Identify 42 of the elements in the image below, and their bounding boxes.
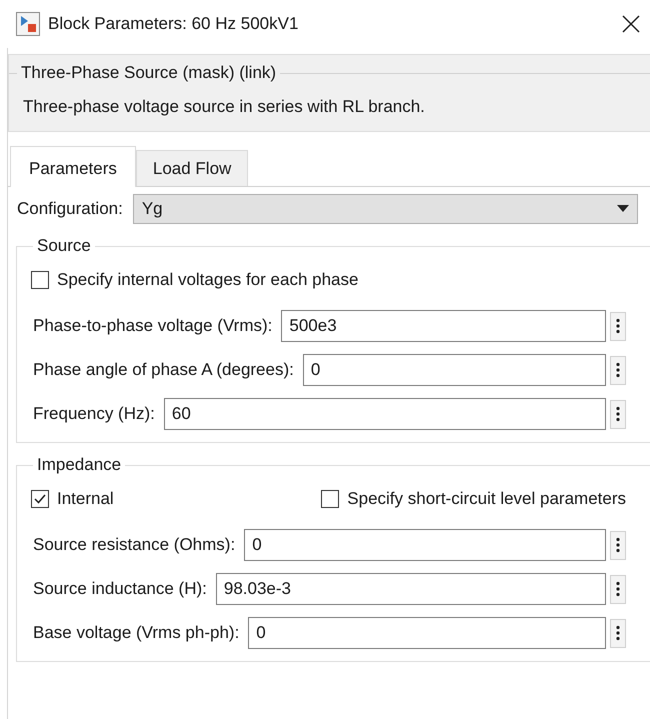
input-field[interactable]: 500e3	[281, 310, 606, 342]
field-label: Source resistance (Ohms):	[33, 535, 236, 555]
more-options-button[interactable]	[610, 312, 626, 340]
input-field[interactable]: 98.03e-3	[216, 573, 606, 605]
more-options-button[interactable]	[610, 530, 626, 560]
configuration-dropdown[interactable]: Yg	[132, 194, 638, 224]
checkbox[interactable]: Internal	[31, 489, 114, 509]
input-field[interactable]: 0	[302, 354, 606, 386]
vertical-dots-icon	[616, 625, 620, 641]
checkbox-box[interactable]	[321, 490, 340, 508]
window-title: Block Parameters: 60 Hz 500kV1	[48, 14, 300, 34]
field-label: Source inductance (H):	[33, 579, 207, 599]
input-field[interactable]: 0	[248, 617, 606, 649]
checkbox[interactable]: Specify short-circuit level parameters	[321, 489, 626, 509]
vertical-dots-icon	[616, 406, 620, 422]
close-button[interactable]	[620, 13, 642, 35]
field-label: Phase-to-phase voltage (Vrms):	[33, 316, 272, 336]
more-options-button[interactable]	[610, 618, 626, 648]
group-title: Source	[36, 236, 92, 256]
field-label: Base voltage (Vrms ph-ph):	[33, 623, 240, 643]
input-field[interactable]: 0	[244, 529, 606, 561]
vertical-dots-icon	[616, 581, 620, 597]
block-icon	[16, 12, 40, 36]
checkbox-box[interactable]	[31, 490, 49, 508]
tab[interactable]: Load Flow	[136, 150, 248, 186]
group-title: Impedance	[36, 455, 122, 475]
caret-icon	[617, 205, 629, 213]
vertical-dots-icon	[616, 318, 620, 334]
configuration-label: Configuration:	[17, 199, 123, 219]
checkbox-box[interactable]	[31, 271, 49, 289]
more-options-button[interactable]	[610, 574, 626, 604]
field-label: Phase angle of phase A (degrees):	[33, 360, 294, 380]
checkbox[interactable]: Specify internal voltages for each phase	[31, 270, 358, 290]
more-options-button[interactable]	[610, 400, 626, 428]
vertical-dots-icon	[616, 362, 620, 378]
more-options-button[interactable]	[610, 356, 626, 384]
input-field[interactable]: 60	[164, 398, 606, 430]
vertical-dots-icon	[616, 537, 620, 553]
tab[interactable]: Parameters	[10, 146, 136, 187]
field-label: Frequency (Hz):	[33, 404, 155, 424]
mask-description: Three-phase voltage source in series with RL branch.	[22, 96, 426, 118]
mask-title: Three-Phase Source (mask) (link)	[20, 62, 278, 84]
